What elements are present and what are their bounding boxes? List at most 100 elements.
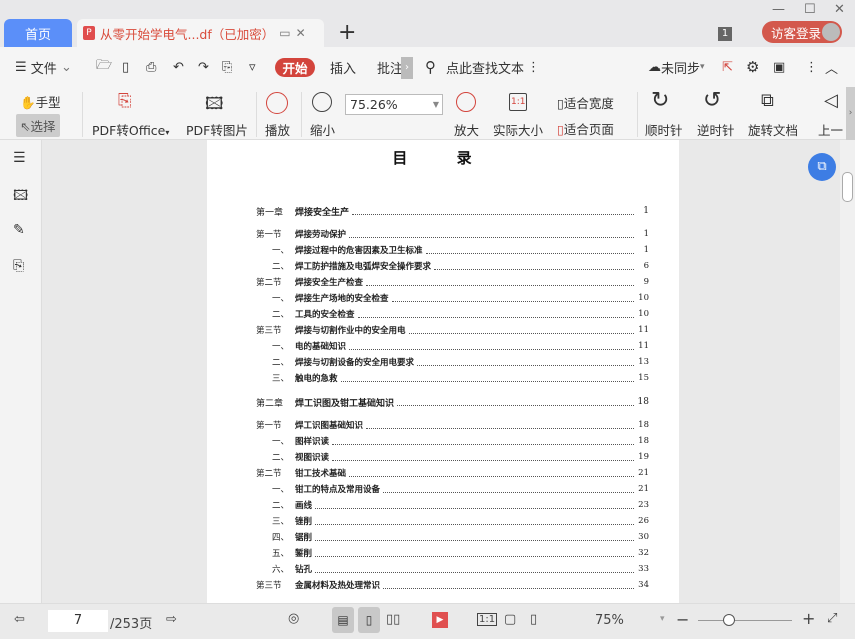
toc-entry[interactable]: 第一章 焊接安全生产 1 bbox=[256, 204, 649, 218]
page-number-input[interactable]: 7 bbox=[48, 610, 108, 632]
export-icon[interactable]: ⎘ bbox=[222, 47, 232, 87]
new-tab-button[interactable]: + bbox=[338, 20, 356, 45]
zoom-slider-handle[interactable] bbox=[723, 614, 736, 626]
toc-entry-number: 五、 bbox=[272, 549, 290, 559]
more-dropdown-icon[interactable]: ▿ bbox=[249, 47, 256, 87]
tab-document[interactable]: P 从零开始学电气...df（已加密） ▭ ✕ bbox=[77, 19, 324, 47]
print-icon[interactable]: ⎙ bbox=[146, 47, 156, 87]
prev-page-icon[interactable]: ⇦ bbox=[14, 612, 25, 627]
annotation-icon[interactable]: ✎ bbox=[13, 222, 25, 238]
toc-entry[interactable]: 二、 焊工防护措施及电弧焊安全操作要求 6 bbox=[256, 259, 649, 273]
tab-start[interactable]: 开始 bbox=[275, 58, 315, 77]
toc-entry[interactable]: 一、 电的基础知识 11 bbox=[256, 339, 649, 353]
search-input[interactable]: 点此查找文本 bbox=[446, 47, 524, 87]
close-tab-icon[interactable]: ✕ bbox=[296, 26, 306, 40]
tab-annotate[interactable]: 批注 bbox=[377, 47, 403, 87]
maximize-button[interactable]: ☐ bbox=[804, 2, 816, 17]
toc-entry[interactable]: 三、 触电的急救 15 bbox=[256, 371, 649, 385]
rotate-clockwise-button[interactable]: 顺时针 bbox=[645, 120, 683, 139]
toc-entry[interactable]: 第二节 钳工技术基础 21 bbox=[256, 466, 649, 480]
rotate-document-button[interactable]: 旋转文档 bbox=[748, 120, 798, 139]
fit-page-button[interactable]: ▯适合页面 bbox=[557, 119, 614, 138]
more-options-icon[interactable]: ⋮ bbox=[805, 47, 818, 87]
eye-protection-icon[interactable]: ◎ bbox=[288, 611, 299, 626]
save-icon[interactable]: ▯ bbox=[122, 47, 129, 87]
window-count-badge[interactable]: 1 bbox=[718, 27, 732, 41]
guest-login-button[interactable]: 访客登录 bbox=[762, 21, 842, 43]
actual-size-status-button[interactable]: 1:1 bbox=[477, 613, 498, 626]
hand-tool[interactable]: ✋手型 bbox=[20, 92, 61, 111]
fit-width-status-button[interactable]: ▯ bbox=[530, 612, 537, 627]
toc-entry-label: 锯削 bbox=[295, 533, 313, 543]
toc-entry[interactable]: 三、 锉削 26 bbox=[256, 514, 649, 528]
undo-icon[interactable]: ↶ bbox=[173, 47, 184, 87]
toc-entry[interactable]: 第三节 金属材料及热处理常识 34 bbox=[256, 578, 649, 592]
toc-entry[interactable]: 一、 钳工的特点及常用设备 21 bbox=[256, 482, 649, 496]
zoom-out-button[interactable]: 缩小 bbox=[310, 120, 335, 139]
zoom-percent[interactable]: 75% bbox=[595, 613, 624, 628]
close-window-button[interactable]: ✕ bbox=[834, 2, 845, 17]
toc-entry[interactable]: 第二节 焊接安全生产检查 9 bbox=[256, 275, 649, 289]
two-page-button[interactable]: ▯▯ bbox=[386, 612, 400, 627]
signature-icon[interactable]: ⎘ bbox=[13, 258, 24, 274]
thumbnail-icon[interactable]: 🖾 bbox=[13, 185, 28, 209]
toc-entry[interactable]: 二、 焊接与切割设备的安全用电要求 13 bbox=[256, 355, 649, 369]
play-button[interactable]: 播放 bbox=[265, 120, 290, 139]
toc-entry[interactable]: 第三节 焊接与切割作业中的安全用电 11 bbox=[256, 323, 649, 337]
pdf-to-office-button[interactable]: PDF转Office▾ bbox=[92, 120, 169, 139]
play-slideshow-button[interactable]: ▶ bbox=[432, 612, 448, 628]
scroll-tabs-right-button[interactable]: › bbox=[401, 57, 413, 79]
zoom-in-status-icon[interactable]: + bbox=[802, 609, 815, 628]
tab-insert[interactable]: 插入 bbox=[330, 47, 356, 87]
scrollbar-thumb[interactable] bbox=[842, 172, 853, 202]
outline-icon[interactable]: ☰ bbox=[13, 150, 26, 166]
toc-entry[interactable]: 一、 焊接过程中的危害因素及卫生标准 1 bbox=[256, 243, 649, 257]
sync-status[interactable]: ☁ 未同步 ▾ bbox=[648, 47, 705, 87]
zoom-slider[interactable] bbox=[698, 620, 792, 621]
toc-entry[interactable]: 第二章 焊工识图及钳工基础知识 18 bbox=[256, 395, 649, 409]
continuous-view-button[interactable]: ▤ bbox=[332, 607, 354, 633]
zoom-in-button[interactable]: 放大 bbox=[454, 120, 479, 139]
collapse-ribbon-icon[interactable]: ︿ bbox=[825, 47, 838, 87]
share-icon[interactable]: ⇱ bbox=[722, 47, 733, 87]
toc-entry[interactable]: 五、 錾削 32 bbox=[256, 546, 649, 560]
toc-leader-dots bbox=[315, 533, 634, 541]
toc-entry[interactable]: 一、 图样识读 18 bbox=[256, 434, 649, 448]
open-icon[interactable]: 🗁 bbox=[96, 47, 112, 87]
fit-width-button[interactable]: ▯适合宽度 bbox=[557, 93, 614, 112]
rotate-counterclockwise-button[interactable]: 逆时针 bbox=[697, 120, 735, 139]
toc-entry[interactable]: 第一节 焊接劳动保护 1 bbox=[256, 227, 649, 241]
toc-leader-dots bbox=[425, 246, 634, 254]
single-page-button[interactable]: ▯ bbox=[358, 607, 380, 633]
floating-tool-button[interactable]: ⧉ bbox=[808, 153, 836, 181]
vertical-scrollbar[interactable] bbox=[840, 140, 855, 603]
toc-entry[interactable]: 六、 钻孔 33 bbox=[256, 562, 649, 576]
toc-entry[interactable]: 第一节 焊工识图基础知识 18 bbox=[256, 418, 649, 432]
fit-page-status-button[interactable]: ▢ bbox=[504, 612, 516, 627]
actual-size-button[interactable]: 实际大小 bbox=[493, 120, 543, 139]
prev-button[interactable]: 上一 bbox=[818, 120, 843, 139]
zoom-dropdown-icon[interactable]: ▾ bbox=[660, 614, 665, 624]
fullscreen-icon[interactable]: ⤢ bbox=[827, 611, 837, 626]
minimize-button[interactable]: — bbox=[772, 2, 785, 17]
pin-icon[interactable]: ▭ bbox=[279, 26, 290, 40]
toc-entry[interactable]: 二、 视图识读 19 bbox=[256, 450, 649, 464]
feedback-icon[interactable]: ▣ bbox=[773, 47, 785, 87]
ribbon-scroll-right[interactable]: › bbox=[846, 87, 855, 140]
toc-entry[interactable]: 二、 画线 23 bbox=[256, 498, 649, 512]
toc-entry-page: 21 bbox=[638, 468, 649, 478]
next-page-icon[interactable]: ⇨ bbox=[166, 612, 177, 627]
select-tool[interactable]: ⇖选择 bbox=[16, 114, 60, 137]
zoom-select[interactable]: 75.26% ▼ bbox=[345, 94, 443, 115]
pdf-to-image-button[interactable]: PDF转图片 bbox=[186, 120, 248, 139]
settings-icon[interactable]: ⚙ bbox=[746, 47, 759, 87]
more-icon[interactable]: ⋮ bbox=[527, 47, 540, 87]
zoom-out-status-icon[interactable]: − bbox=[676, 610, 689, 629]
sync-label: 未同步 bbox=[661, 61, 701, 77]
tab-home[interactable]: 首页 bbox=[4, 19, 72, 47]
toc-entry[interactable]: 一、 焊接生产场地的安全检查 10 bbox=[256, 291, 649, 305]
toc-entry[interactable]: 二、 工具的安全检查 10 bbox=[256, 307, 649, 321]
file-menu[interactable]: ☰ 文件 ⌄ bbox=[15, 47, 72, 87]
redo-icon[interactable]: ↷ bbox=[198, 47, 209, 87]
toc-entry[interactable]: 四、 锯削 30 bbox=[256, 530, 649, 544]
